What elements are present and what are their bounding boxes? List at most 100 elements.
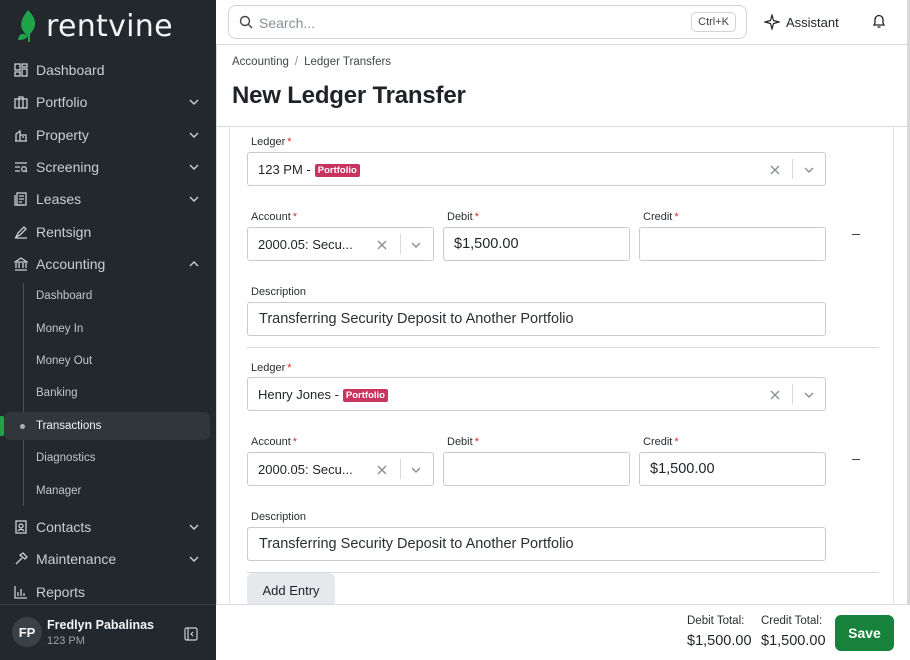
- breadcrumb-accounting[interactable]: Accounting: [232, 56, 289, 68]
- remove-entry-button[interactable]: –: [850, 225, 862, 245]
- breadcrumb-ledger-transfers[interactable]: Ledger Transfers: [304, 56, 391, 68]
- credit-input[interactable]: [639, 227, 826, 261]
- sidebar-item-label: Screening: [36, 159, 100, 175]
- description-value: Transferring Security Deposit to Another…: [259, 536, 574, 552]
- sidebar-item-label: Property: [36, 127, 89, 143]
- rentvine-logo[interactable]: rentvine: [16, 8, 173, 44]
- chevron-down-icon[interactable]: [410, 239, 422, 251]
- sidebar-item-portfolio[interactable]: Portfolio: [0, 87, 216, 117]
- active-dot: [20, 423, 25, 429]
- shortcut-badge: Ctrl+K: [691, 12, 736, 32]
- sidebar-subitem-banking[interactable]: Banking: [0, 379, 216, 407]
- account-label-text: Account: [251, 211, 291, 223]
- credit-input[interactable]: $1,500.00: [639, 452, 826, 486]
- user-profile[interactable]: FP Fredlyn Pabalinas 123 PM: [0, 604, 216, 660]
- entry-divider: [247, 347, 879, 348]
- search-placeholder: Search...: [259, 15, 316, 31]
- portfolio-icon: [13, 94, 29, 110]
- user-company: 123 PM: [47, 635, 85, 647]
- search-input[interactable]: Search... Ctrl+K: [228, 5, 747, 39]
- remove-entry-button[interactable]: –: [850, 450, 862, 470]
- sidebar-item-reports[interactable]: Reports: [0, 577, 216, 607]
- bank-icon: [13, 256, 29, 272]
- leases-icon: [13, 191, 29, 207]
- credit-label: Credit *: [643, 436, 679, 448]
- account-value: 2000.05: Secu...: [258, 237, 353, 252]
- sidebar-item-accounting[interactable]: Accounting: [0, 249, 216, 279]
- select-divider: [400, 459, 401, 479]
- sidebar-subitem-manager[interactable]: Manager: [0, 477, 216, 505]
- sidebar-item-label: Portfolio: [36, 94, 88, 110]
- sidebar-item-maintenance[interactable]: Maintenance: [0, 544, 216, 574]
- description-input[interactable]: Transferring Security Deposit to Another…: [247, 527, 826, 561]
- sidebar-subitem-money-out[interactable]: Money Out: [0, 347, 216, 375]
- required-mark: *: [287, 136, 292, 148]
- chevron-down-icon[interactable]: [803, 389, 815, 401]
- sidebar-subitem-label: Money Out: [36, 355, 93, 367]
- account-label-text: Account: [251, 436, 291, 448]
- ledger-select[interactable]: 123 PM - Portfolio: [247, 152, 826, 186]
- ledger-select[interactable]: Henry Jones - Portfolio: [247, 377, 826, 411]
- sidebar-item-property[interactable]: Property: [0, 120, 216, 150]
- sidebar-item-dashboard[interactable]: Dashboard: [0, 55, 216, 85]
- clear-icon[interactable]: [769, 164, 781, 176]
- sidebar-subitem-money-in[interactable]: Money In: [0, 315, 216, 343]
- chevron-down-icon: [189, 132, 199, 138]
- clear-icon[interactable]: [769, 389, 781, 401]
- assistant-label: Assistant: [786, 14, 839, 30]
- clear-icon[interactable]: [376, 239, 388, 251]
- chevron-down-icon[interactable]: [410, 464, 422, 476]
- bell-icon[interactable]: [872, 13, 886, 29]
- account-select[interactable]: 2000.05: Secu...: [247, 227, 434, 261]
- debit-label: Debit *: [447, 211, 479, 223]
- credit-total-value: $1,500.00: [761, 633, 826, 649]
- sidebar-subitem-diagnostics[interactable]: Diagnostics: [0, 444, 216, 472]
- description-label: Description: [251, 511, 307, 523]
- ledger-label-text: Ledger: [251, 136, 286, 148]
- sidebar-item-leases[interactable]: Leases: [0, 184, 216, 214]
- account-select[interactable]: 2000.05: Secu...: [247, 452, 434, 486]
- hammer-icon: [13, 551, 29, 567]
- sidebar-item-rentsign[interactable]: Rentsign: [0, 217, 216, 247]
- debit-total-label: Debit Total:: [687, 615, 745, 627]
- ledger-name: Henry Jones -: [258, 387, 339, 402]
- sidebar-subitem-label: Dashboard: [36, 290, 93, 302]
- portfolio-badge: Portfolio: [314, 164, 360, 177]
- required-mark: *: [674, 211, 679, 223]
- save-button[interactable]: Save: [835, 615, 894, 651]
- clear-icon[interactable]: [376, 464, 388, 476]
- sidebar-subitem-label: Manager: [36, 485, 82, 497]
- ledger-value: Henry Jones - Portfolio: [258, 387, 388, 402]
- entry-divider: [247, 572, 879, 573]
- chevron-down-icon: [189, 164, 199, 170]
- sidebar-subitem-label: Money In: [36, 323, 84, 335]
- breadcrumb-separator: /: [294, 56, 299, 68]
- chevron-down-icon[interactable]: [803, 164, 815, 176]
- debit-input[interactable]: [443, 452, 630, 486]
- sidebar-item-label: Maintenance: [36, 551, 117, 567]
- select-divider: [400, 234, 401, 254]
- debit-label-text: Debit: [447, 211, 473, 223]
- chevron-down-icon: [189, 524, 199, 530]
- ledger-label: Ledger *: [251, 136, 292, 148]
- collapse-sidebar-icon[interactable]: [184, 627, 198, 641]
- debit-input[interactable]: $1,500.00: [443, 227, 630, 261]
- required-mark: *: [474, 436, 479, 448]
- search-icon: [239, 15, 253, 29]
- assistant-button[interactable]: Assistant: [764, 12, 839, 32]
- required-mark: *: [287, 362, 292, 374]
- select-divider: [792, 384, 793, 404]
- sidebar-subitem-dashboard[interactable]: Dashboard: [0, 282, 216, 310]
- user-name: Fredlyn Pabalinas: [47, 618, 154, 632]
- sidebar-item-label: Rentsign: [36, 224, 92, 240]
- sidebar-item-screening[interactable]: Screening: [0, 152, 216, 182]
- sidebar-item-label: Reports: [36, 584, 86, 600]
- sidebar-item-contacts[interactable]: Contacts: [0, 512, 216, 542]
- reports-icon: [13, 584, 29, 600]
- avatar: FP: [12, 617, 42, 647]
- dashboard-icon: [13, 62, 29, 78]
- sidebar-subitem-transactions[interactable]: Transactions: [4, 412, 210, 440]
- ledger-name: 123 PM -: [258, 162, 311, 177]
- add-entry-button[interactable]: Add Entry: [247, 573, 335, 607]
- description-input[interactable]: Transferring Security Deposit to Another…: [247, 302, 826, 336]
